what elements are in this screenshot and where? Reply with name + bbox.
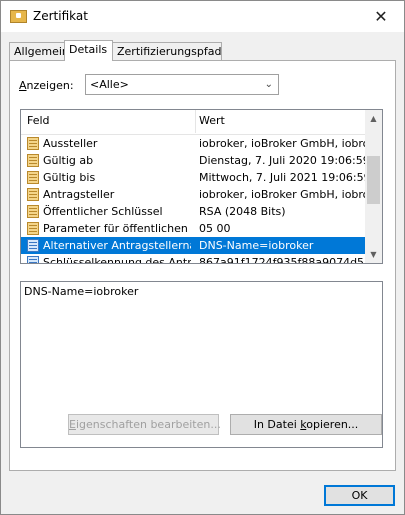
field-name: Öffentlicher Schlüssel [43,205,163,218]
field-name: Schlüsselkennung des Antra... [43,256,191,264]
extension-field-icon [27,256,39,263]
list-item[interactable]: Antragsteller iobroker, ioBroker GmbH, i… [21,186,366,203]
ok-button[interactable]: OK [324,485,395,506]
field-name: Alternativer Antragstellerna... [43,239,191,252]
field-value: Dienstag, 7. Juli 2020 19:06:59 [199,154,365,167]
certificate-field-icon [27,171,39,184]
close-icon[interactable]: ✕ [358,1,404,32]
field-name: Antragsteller [43,188,115,201]
list-item[interactable]: Parameter für öffentlichen ... 05 00 [21,220,366,237]
scroll-down-icon[interactable]: ▼ [365,246,382,263]
field-name: Parameter für öffentlichen ... [43,222,191,235]
field-value: 867a91f1724f935f88a9074d5... [199,256,365,264]
list-item[interactable]: Aussteller iobroker, ioBroker GmbH, iobr… [21,135,366,152]
list-scrollbar[interactable]: ▲ ▼ [365,110,382,263]
tab-zertifizierungspfad[interactable]: Zertifizierungspfad [112,42,222,60]
show-label: Anzeigen: [19,79,74,92]
show-dropdown[interactable]: <Alle> ⌄ [85,74,279,95]
certificate-field-icon [27,137,39,150]
certificate-field-icon [27,222,39,235]
certificate-icon [10,10,27,23]
field-value: 05 00 [199,222,231,235]
list-item[interactable]: Gültig ab Dienstag, 7. Juli 2020 19:06:5… [21,152,366,169]
chevron-down-icon: ⌄ [264,79,273,90]
field-name: Aussteller [43,137,98,150]
tab-details[interactable]: Details [64,40,113,61]
field-name: Gültig ab [43,154,94,167]
certificate-dialog: Zertifikat ✕ Allgemein Details Zertifizi… [0,0,405,515]
field-value: RSA (2048 Bits) [199,205,286,218]
column-header-field[interactable]: Feld [27,114,50,127]
field-value: DNS-Name=iobroker [199,239,314,252]
details-panel: Anzeigen: <Alle> ⌄ Feld Wert Aussteller … [9,60,396,471]
show-dropdown-value: <Alle> [90,78,129,91]
certificate-field-icon [27,205,39,218]
field-name: Gültig bis [43,171,96,184]
list-item-selected[interactable]: Alternativer Antragstellerna... DNS-Name… [21,237,366,254]
certificate-field-icon [27,188,39,201]
window-title: Zertifikat [33,9,88,23]
field-value: iobroker, ioBroker GmbH, iobro... [199,188,365,201]
scroll-up-icon[interactable]: ▲ [365,110,382,127]
certificate-field-icon [27,154,39,167]
scrollbar-thumb[interactable] [367,156,380,204]
title-bar: Zertifikat ✕ [1,1,404,32]
list-item[interactable]: Öffentlicher Schlüssel RSA (2048 Bits) [21,203,366,220]
column-header-value[interactable]: Wert [199,114,225,127]
list-header: Feld Wert [21,110,367,135]
field-value: iobroker, ioBroker GmbH, iobro... [199,137,365,150]
field-value: Mittwoch, 7. Juli 2021 19:06:59 [199,171,365,184]
tab-allgemein[interactable]: Allgemein [9,42,69,60]
field-list[interactable]: Feld Wert Aussteller iobroker, ioBroker … [20,109,383,264]
extension-field-icon [27,239,39,252]
list-item[interactable]: Gültig bis Mittwoch, 7. Juli 2021 19:06:… [21,169,366,186]
edit-properties-button[interactable]: Eigenschaften bearbeiten... [68,414,221,435]
copy-to-file-button[interactable]: In Datei kopieren... [230,414,382,435]
list-item[interactable]: Schlüsselkennung des Antra... 867a91f172… [21,254,366,264]
column-divider[interactable] [195,110,196,133]
